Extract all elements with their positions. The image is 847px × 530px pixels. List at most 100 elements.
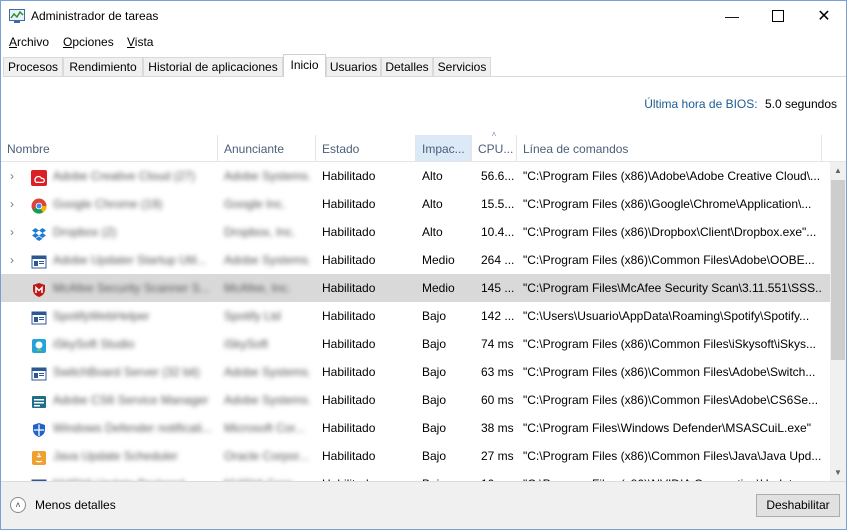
column-header-cpu[interactable]: ˄ CPU... bbox=[472, 130, 517, 161]
tab-rendimiento[interactable]: Rendimiento bbox=[63, 57, 143, 76]
column-header-linea[interactable]: Línea de comandos bbox=[517, 135, 822, 161]
defender-icon bbox=[31, 420, 47, 437]
sort-arrow-icon: ˄ bbox=[491, 130, 497, 139]
row-impact: Bajo bbox=[422, 470, 470, 481]
row-cpu: 63 ms bbox=[481, 365, 514, 379]
row-status: Habilitado bbox=[322, 197, 376, 211]
tab-inicio[interactable]: Inicio bbox=[283, 54, 326, 77]
chevron-right-icon[interactable]: › bbox=[10, 162, 14, 190]
row-name: Adobe CS6 Service Manager bbox=[53, 393, 209, 407]
row-command-line: "C:\Program Files\McAfee Security Scan\3… bbox=[523, 281, 823, 295]
row-command-line: "C:\Program Files\Windows Defender\MSASC… bbox=[523, 421, 811, 435]
maximize-button[interactable] bbox=[755, 1, 801, 31]
tab-servicios[interactable]: Servicios bbox=[433, 57, 491, 76]
row-status: Habilitado bbox=[322, 421, 376, 435]
scroll-down-icon[interactable]: ▼ bbox=[830, 464, 846, 481]
row-status: Habilitado bbox=[322, 253, 376, 267]
table-row[interactable]: › Adobe Creative Cloud (27) Adobe Systems.… bbox=[1, 162, 830, 190]
table-row[interactable]: iSkySoft Studio iSkySoft Habilitado Bajo 74 … bbox=[1, 330, 830, 358]
row-publisher: McAfee, Inc. bbox=[224, 281, 291, 295]
app-window-icon bbox=[31, 364, 47, 381]
chevron-right-icon[interactable]: › bbox=[10, 218, 14, 246]
table-row[interactable]: › Google Chrome (19) Google Inc. Habilitado… bbox=[1, 190, 830, 218]
row-impact: Bajo bbox=[422, 449, 447, 463]
table-row[interactable]: Adobe CS6 Service Manager Adobe Systems..… bbox=[1, 386, 830, 414]
row-cpu: 56.6... bbox=[481, 169, 515, 183]
row-name: Dropbox (2) bbox=[53, 225, 117, 239]
row-name: Adobe Creative Cloud (27) bbox=[53, 169, 196, 183]
iskysoft-icon bbox=[31, 336, 47, 353]
column-header-cpu-label: CPU... bbox=[478, 142, 514, 156]
row-status: Habilitado bbox=[322, 365, 376, 379]
column-header-nombre[interactable]: Nombre bbox=[1, 135, 218, 161]
tab-strip: Procesos Rendimiento Historial de aplica… bbox=[3, 54, 846, 77]
row-command-line: "C:\Program Files (x86)\NVIDIA Corporati… bbox=[523, 470, 823, 481]
tab-historial[interactable]: Historial de aplicaciones bbox=[143, 57, 283, 76]
table-row[interactable]: McAfee Security Scanner S... McAfee, Inc.… bbox=[1, 274, 830, 302]
adobe-service-icon bbox=[31, 392, 47, 408]
chevron-up-icon: ˄ bbox=[10, 497, 26, 513]
row-publisher: Oracle Corpor... bbox=[224, 449, 309, 463]
row-impact: Bajo bbox=[422, 421, 447, 435]
dropbox-icon bbox=[31, 224, 47, 241]
tab-detalles[interactable]: Detalles bbox=[381, 57, 433, 76]
row-cpu: 15.5... bbox=[481, 197, 515, 211]
table-row[interactable]: Windows Defender notificati... Microsoft … bbox=[1, 414, 830, 442]
row-publisher: Adobe Systems... bbox=[224, 365, 310, 379]
row-command-line: "C:\Program Files (x86)\Google\Chrome\Ap… bbox=[523, 197, 812, 211]
menu-opciones[interactable]: Opciones bbox=[63, 35, 114, 49]
chevron-right-icon[interactable]: › bbox=[10, 246, 14, 274]
row-cpu: 10 ... bbox=[481, 470, 515, 481]
close-button[interactable]: ✕ bbox=[801, 1, 846, 31]
scroll-up-icon[interactable]: ▲ bbox=[830, 162, 846, 179]
row-cpu: 264 ... bbox=[481, 253, 515, 267]
row-cpu: 145 ... bbox=[481, 281, 515, 295]
row-cpu: 60 ms bbox=[481, 393, 514, 407]
row-command-line: "C:\Program Files (x86)\Common Files\Ado… bbox=[523, 365, 816, 379]
row-status: Habilitado bbox=[322, 225, 376, 239]
footer-bar: ˄ Menos detalles Deshabilitar bbox=[1, 481, 846, 529]
row-name: SwitchBoard Server (32 bit) bbox=[53, 365, 200, 379]
column-header-anunciante[interactable]: Anunciante bbox=[218, 135, 316, 161]
row-name: NVIDIA Update Backend bbox=[53, 470, 213, 481]
title-bar: Administrador de tareas — ✕ bbox=[1, 1, 846, 31]
row-publisher: NVIDIA Corp... bbox=[224, 470, 310, 481]
row-command-line: "C:\Users\Usuario\AppData\Roaming\Spotif… bbox=[523, 309, 810, 323]
table-row[interactable]: › Dropbox (2) Dropbox, Inc. Habilitado Alto 1… bbox=[1, 218, 830, 246]
row-publisher: Adobe Systems... bbox=[224, 253, 310, 267]
table-row[interactable]: › Adobe Updater Startup Util... Adobe Syst… bbox=[1, 246, 830, 274]
less-details-toggle[interactable]: ˄ Menos detalles bbox=[10, 497, 116, 513]
table-row[interactable]: SpotifyWebHelper Spotify Ltd Habilitado Baj… bbox=[1, 302, 830, 330]
maximize-icon bbox=[772, 10, 784, 22]
disable-button[interactable]: Deshabilitar bbox=[756, 494, 840, 517]
column-headers: Nombre Anunciante Estado Impac... ˄ CPU.… bbox=[1, 130, 846, 162]
table-row[interactable]: Java Update Scheduler Oracle Corpor... Hab… bbox=[1, 442, 830, 470]
row-name: iSkySoft Studio bbox=[53, 337, 135, 351]
row-cpu: 27 ms bbox=[481, 449, 514, 463]
menu-archivo[interactable]: Archivo bbox=[9, 35, 49, 49]
column-header-impacto[interactable]: Impac... bbox=[416, 135, 472, 161]
row-status: Habilitado bbox=[322, 309, 376, 323]
row-status: Habilitado bbox=[322, 393, 376, 407]
minimize-button[interactable]: — bbox=[709, 1, 755, 31]
vertical-scrollbar[interactable]: ▲ ▼ bbox=[830, 162, 846, 481]
chevron-right-icon[interactable]: › bbox=[10, 190, 14, 218]
row-publisher: Adobe Systems... bbox=[224, 393, 310, 407]
chrome-icon bbox=[31, 196, 47, 214]
tab-usuarios[interactable]: Usuarios bbox=[326, 57, 381, 76]
row-publisher: Microsoft Cor... bbox=[224, 421, 305, 435]
tab-procesos[interactable]: Procesos bbox=[3, 57, 63, 76]
scrollbar-thumb[interactable] bbox=[831, 180, 845, 360]
column-header-estado[interactable]: Estado bbox=[316, 135, 416, 161]
row-status: Habilitado bbox=[322, 337, 376, 351]
row-publisher: Google Inc. bbox=[224, 197, 286, 211]
row-publisher: Dropbox, Inc. bbox=[224, 225, 296, 239]
table-row[interactable]: NVIDIA Update Backend NVIDIA Corp... Habil… bbox=[1, 470, 830, 481]
table-row[interactable]: SwitchBoard Server (32 bit) Adobe Systems… bbox=[1, 358, 830, 386]
row-impact: Bajo bbox=[422, 337, 447, 351]
row-command-line: "C:\Program Files (x86)\Dropbox\Client\D… bbox=[523, 225, 817, 239]
menu-vista[interactable]: Vista bbox=[127, 35, 153, 49]
task-manager-window: Administrador de tareas — ✕ Archivo Opci… bbox=[0, 0, 847, 530]
row-command-line: "C:\Program Files (x86)\Common Files\Jav… bbox=[523, 449, 822, 463]
minimize-icon: — bbox=[725, 8, 739, 24]
